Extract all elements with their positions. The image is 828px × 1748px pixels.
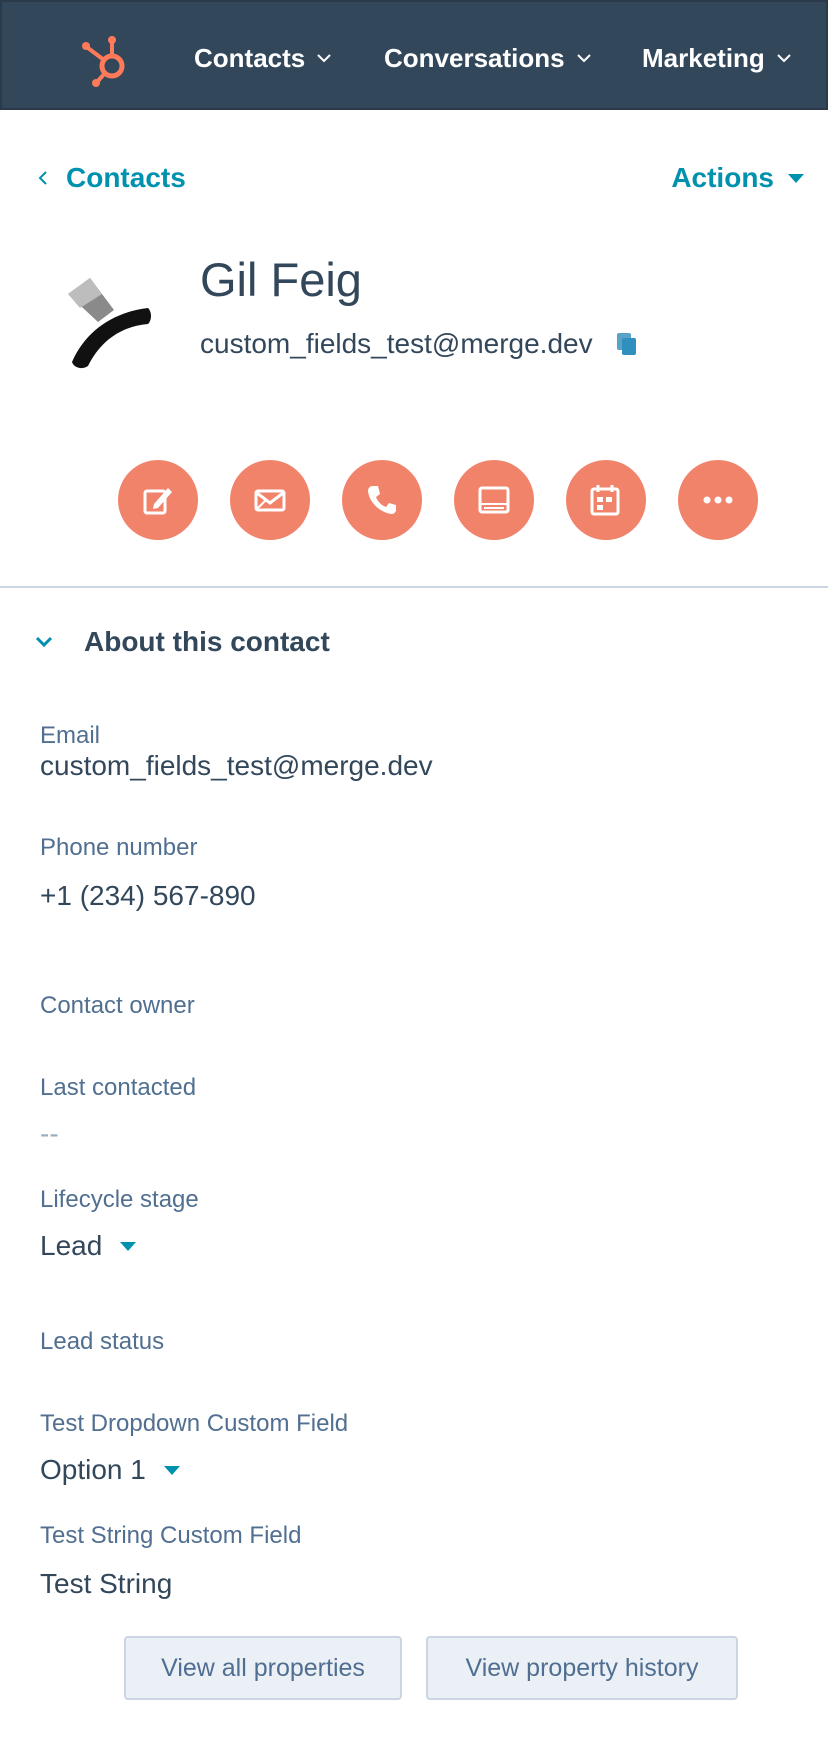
phone-icon bbox=[368, 486, 396, 514]
task-icon bbox=[478, 486, 510, 514]
chevron-down-icon bbox=[317, 54, 331, 63]
section-divider bbox=[0, 586, 828, 588]
actions-label: Actions bbox=[671, 162, 774, 193]
top-navigation: Contacts Conversations Marketing bbox=[0, 0, 828, 110]
about-section-toggle[interactable]: About this contact bbox=[34, 626, 330, 658]
dropdown-custom-select[interactable]: Option 1 bbox=[40, 1454, 180, 1486]
contact-name: Gil Feig bbox=[200, 253, 362, 306]
caret-down-icon bbox=[163, 1465, 180, 1475]
avatar bbox=[68, 278, 151, 369]
email-icon bbox=[254, 489, 286, 512]
view-all-properties-button[interactable]: View all properties bbox=[124, 1636, 402, 1700]
hubspot-logo-icon[interactable] bbox=[78, 32, 134, 88]
nav-marketing[interactable]: Marketing bbox=[642, 38, 793, 78]
caret-down-icon bbox=[788, 173, 804, 183]
email-field-label: Email bbox=[40, 722, 101, 749]
contact-email-header: custom_fields_test@merge.dev bbox=[200, 328, 639, 360]
view-property-history-button[interactable]: View property history bbox=[426, 1636, 738, 1700]
meeting-icon bbox=[590, 485, 620, 516]
call-button[interactable] bbox=[342, 460, 422, 540]
dropdown-custom-label: Test Dropdown Custom Field bbox=[40, 1410, 349, 1437]
more-icon bbox=[703, 496, 733, 504]
caret-down-icon bbox=[120, 1241, 137, 1251]
lead-status-label: Lead status bbox=[40, 1328, 165, 1355]
email-field-value[interactable]: custom_fields_test@merge.dev bbox=[40, 750, 433, 782]
last-contacted-label: Last contacted bbox=[40, 1074, 197, 1101]
note-icon bbox=[143, 488, 172, 515]
last-contacted-value: -- bbox=[40, 1118, 59, 1149]
nav-conversations[interactable]: Conversations bbox=[384, 38, 593, 78]
chevron-down-icon bbox=[576, 54, 591, 63]
lifecycle-select[interactable]: Lead bbox=[40, 1230, 137, 1262]
lifecycle-field-label: Lifecycle stage bbox=[40, 1186, 199, 1213]
chevron-left-icon bbox=[38, 171, 47, 185]
about-section-title: About this contact bbox=[84, 626, 330, 657]
lifecycle-select-value: Lead bbox=[40, 1230, 103, 1261]
create-note-button[interactable] bbox=[118, 460, 198, 540]
actions-menu[interactable]: Actions bbox=[671, 162, 804, 194]
nav-marketing-label: Marketing bbox=[642, 42, 765, 73]
schedule-meeting-button[interactable] bbox=[566, 460, 646, 540]
string-custom-value[interactable]: Test String bbox=[40, 1568, 172, 1600]
string-custom-label: Test String Custom Field bbox=[40, 1522, 302, 1549]
phone-field-label: Phone number bbox=[40, 834, 198, 861]
nav-contacts[interactable]: Contacts bbox=[194, 38, 333, 78]
create-task-button[interactable] bbox=[454, 460, 534, 540]
quick-actions bbox=[118, 460, 758, 540]
chevron-down-icon bbox=[35, 636, 53, 648]
dropdown-custom-value: Option 1 bbox=[40, 1454, 146, 1485]
nav-contacts-label: Contacts bbox=[194, 42, 306, 73]
phone-field-value[interactable]: +1 (234) 567-890 bbox=[40, 880, 256, 912]
contact-email: custom_fields_test@merge.dev bbox=[200, 328, 593, 359]
send-email-button[interactable] bbox=[230, 460, 310, 540]
breadcrumb[interactable]: Contacts bbox=[36, 162, 186, 194]
nav-conversations-label: Conversations bbox=[384, 42, 565, 73]
chevron-down-icon bbox=[777, 54, 791, 63]
more-actions-button[interactable] bbox=[678, 460, 758, 540]
breadcrumb-label: Contacts bbox=[66, 162, 186, 193]
owner-field-label: Contact owner bbox=[40, 992, 195, 1019]
copy-icon[interactable] bbox=[615, 331, 639, 357]
